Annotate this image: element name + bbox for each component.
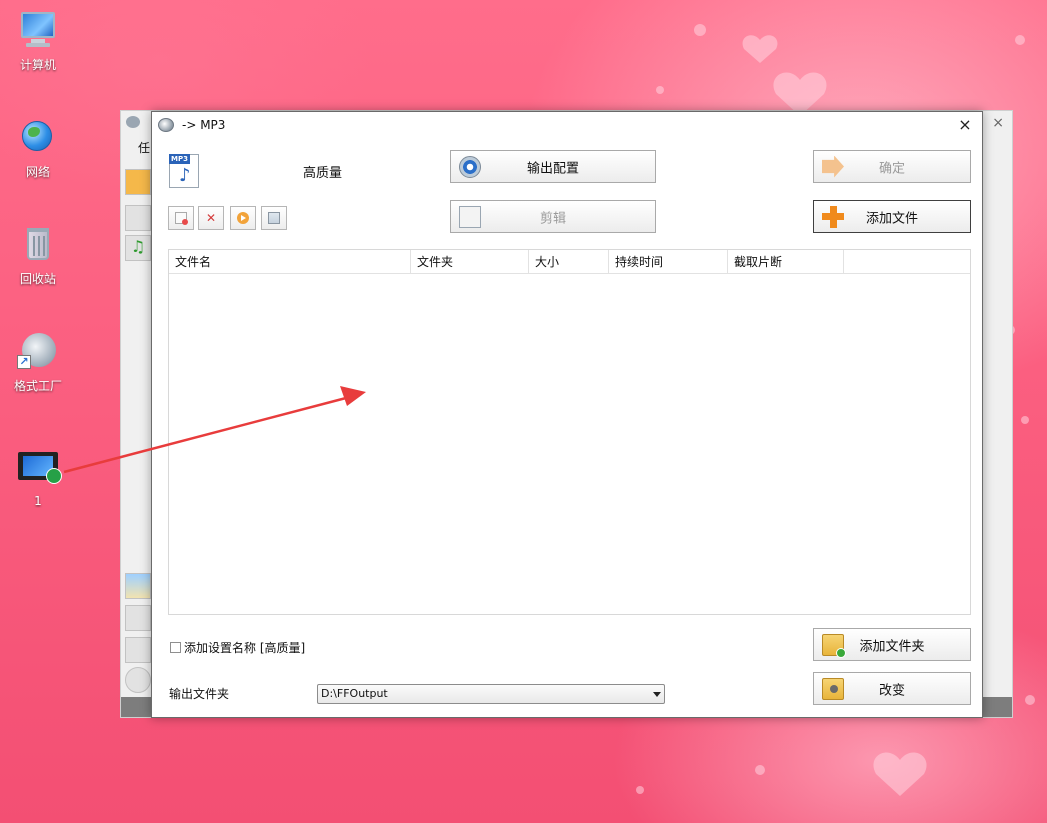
annotation-arrow [63,386,366,474]
